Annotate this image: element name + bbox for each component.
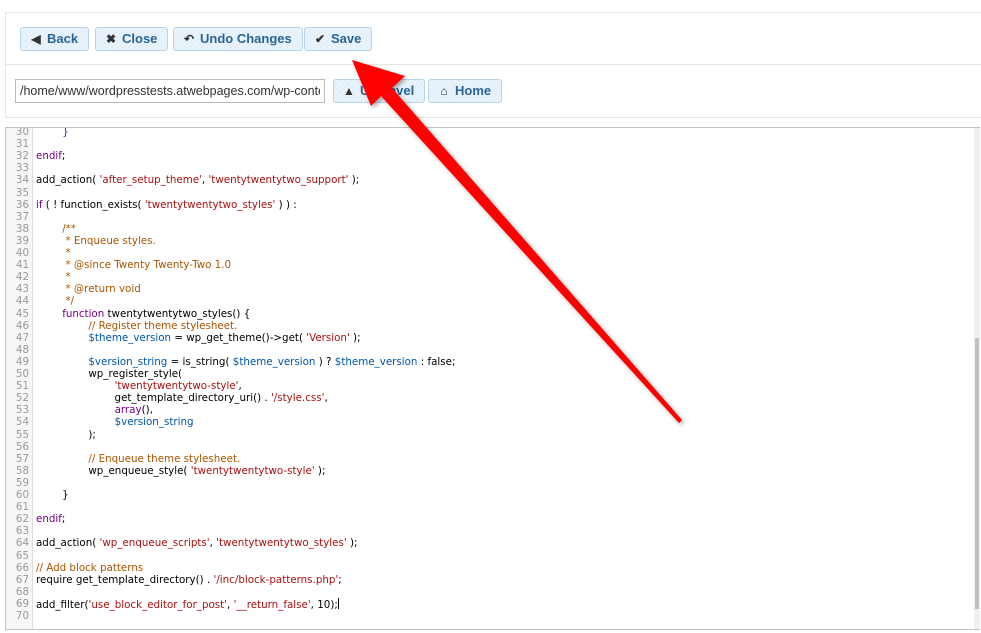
line-number: 55 — [15, 428, 29, 441]
line-number: 41 — [15, 259, 29, 272]
line-number: 63 — [15, 525, 29, 538]
line-number: 44 — [15, 295, 29, 308]
line-code: $version_string — [114, 416, 194, 429]
scrollbar-thumb[interactable] — [975, 338, 979, 609]
toolbar: ◀ Back ✖ Close ↶ Undo Changes ✔ Save — [5, 12, 981, 66]
line-number: 37 — [15, 210, 29, 223]
line-code: if ( ! function_exists( 'twentytwentytwo… — [36, 198, 297, 211]
line-code: 'twentytwentytwo-style', — [114, 380, 242, 393]
line-code: add_action( 'wp_enqueue_scripts', 'twent… — [36, 537, 358, 550]
line-number: 48 — [15, 343, 29, 356]
line-code: wp_enqueue_style( 'twentytwentytwo-style… — [36, 464, 326, 477]
line-code: require get_template_directory() . '/inc… — [36, 573, 342, 586]
line-code: add_action( 'after_setup_theme', 'twenty… — [36, 174, 360, 187]
save-button[interactable]: ✔ Save — [304, 27, 373, 51]
line-code: ); — [36, 428, 96, 441]
home-button-label: Home — [455, 83, 492, 98]
line-code: endif; — [36, 513, 66, 526]
line-number: 58 — [15, 464, 29, 477]
line-code: array(), — [114, 404, 153, 417]
line-code: get_template_directory_uri() . '/style.c… — [36, 392, 328, 405]
undo-changes-button-label: Undo Changes — [200, 31, 292, 46]
line-code: $version_string = is_string( $theme_vers… — [88, 355, 456, 368]
line-code: } — [36, 489, 69, 501]
line-number: 40 — [15, 247, 29, 259]
line-number: 45 — [15, 307, 29, 320]
arrow-left-icon: ◀ — [31, 32, 41, 46]
line-number: 70 — [15, 610, 29, 622]
line-number: 59 — [15, 476, 29, 489]
path-bar: ▲ Up Level ⌂ Home — [5, 64, 981, 118]
close-button-label: Close — [122, 31, 158, 46]
line-number: 62 — [15, 513, 29, 526]
line-code: // Enqueue theme stylesheet. — [88, 452, 241, 465]
line-number: 64 — [15, 537, 29, 550]
line-number: 32 — [15, 150, 29, 163]
line-code: * — [65, 271, 71, 284]
line-number: 53 — [15, 404, 29, 417]
line-number: 57 — [15, 452, 29, 465]
line-code: // Add block patterns — [36, 561, 144, 574]
line-number: 38 — [15, 222, 29, 235]
save-button-label: Save — [331, 31, 362, 46]
line-code: * Enqueue styles. — [65, 234, 156, 247]
line-number: 43 — [15, 283, 29, 296]
line-number: 68 — [15, 585, 29, 598]
line-number: 52 — [15, 392, 29, 405]
line-number: 36 — [15, 198, 29, 211]
line-number: 31 — [15, 138, 29, 151]
text-cursor — [337, 597, 339, 609]
arrow-up-icon: ▲ — [343, 84, 355, 98]
line-number: 49 — [15, 355, 29, 368]
line-number: 51 — [15, 380, 29, 393]
line-number: 50 — [15, 368, 29, 380]
line-code: endif; — [36, 150, 66, 163]
line-number: 60 — [15, 489, 29, 501]
line-code: // Register theme stylesheet. — [88, 319, 238, 332]
close-icon: ✖ — [105, 32, 117, 46]
line-code: } — [62, 127, 69, 138]
line-number: 65 — [15, 549, 29, 562]
check-circle-icon: ✔ — [314, 32, 326, 46]
close-button[interactable]: ✖ Close — [95, 27, 169, 51]
line-code: add_filter('use_block_editor_for_post', … — [36, 597, 339, 611]
line-number: 54 — [15, 416, 29, 429]
line-code: wp_register_style( — [36, 368, 183, 380]
up-level-button-label: Up Level — [360, 83, 415, 98]
line-number: 39 — [15, 234, 29, 247]
line-number: 46 — [15, 319, 29, 332]
line-number: 33 — [15, 162, 29, 175]
back-button-label: Back — [47, 31, 79, 46]
home-button[interactable]: ⌂ Home — [428, 79, 503, 103]
line-number: 34 — [15, 174, 29, 187]
line-code: */ — [65, 295, 75, 308]
line-code: * @since Twenty Twenty-Two 1.0 — [65, 259, 232, 272]
line-number: 35 — [15, 186, 29, 199]
line-number: 69 — [15, 597, 29, 610]
line-number: 47 — [15, 331, 29, 344]
line-code: $theme_version = wp_get_theme()->get( 'V… — [88, 331, 361, 344]
line-code: function twentytwentytwo_styles() { — [62, 307, 251, 320]
line-code: /** — [62, 222, 76, 235]
undo-icon: ↶ — [183, 32, 195, 46]
line-code: * @return void — [65, 283, 141, 296]
up-level-button[interactable]: ▲ Up Level — [333, 79, 426, 103]
vertical-scrollbar[interactable] — [974, 128, 980, 629]
line-number: 66 — [15, 561, 29, 574]
line-code: * — [65, 247, 71, 259]
line-number: 30 — [15, 127, 29, 138]
undo-changes-button[interactable]: ↶ Undo Changes — [173, 27, 303, 51]
back-button[interactable]: ◀ Back — [20, 27, 90, 51]
path-input[interactable] — [15, 79, 325, 103]
line-number: 56 — [15, 440, 29, 453]
line-number: 67 — [15, 573, 29, 586]
code-editor[interactable]: 30 } 31 32 endif; 33 34 add_action( 'after_set… — [5, 127, 980, 630]
line-number: 42 — [15, 271, 29, 284]
line-number: 61 — [15, 501, 29, 514]
home-icon: ⌂ — [440, 84, 448, 98]
